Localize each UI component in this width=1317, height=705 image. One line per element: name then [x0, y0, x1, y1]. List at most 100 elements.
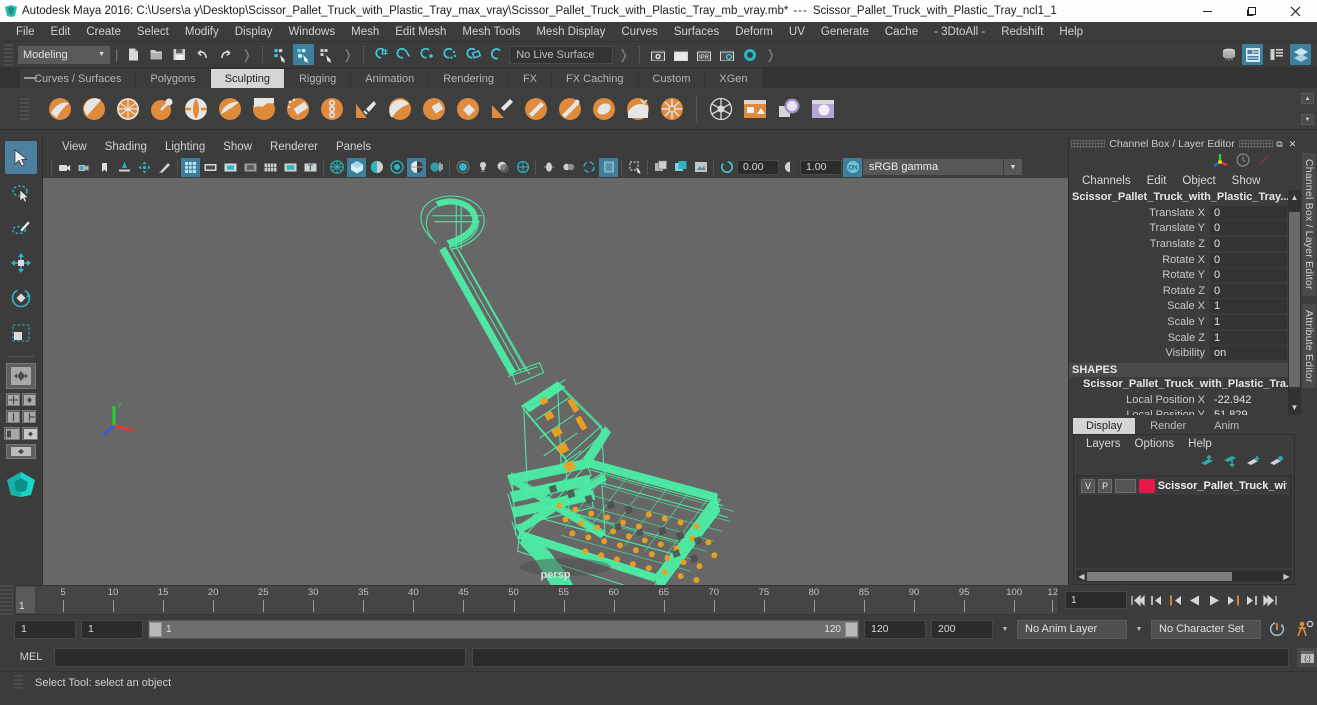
knife-tool-icon[interactable]: [487, 94, 517, 124]
current-frame-indicator[interactable]: 1: [16, 587, 35, 613]
safe-action-icon[interactable]: [281, 158, 300, 177]
toggle-sidebar-icon[interactable]: [1218, 44, 1239, 65]
viewport-menu-panels[interactable]: Panels: [327, 140, 380, 154]
bookmark-icon[interactable]: [95, 158, 114, 177]
go-to-end-icon[interactable]: [1262, 590, 1279, 610]
sculpt-tool-icon[interactable]: [45, 94, 75, 124]
viewport-menu-lighting[interactable]: Lighting: [156, 140, 214, 154]
convert-tool-icon[interactable]: [657, 94, 687, 124]
two-pane-layout[interactable]: [6, 410, 20, 423]
viewport-menu-show[interactable]: Show: [214, 140, 261, 154]
play-forwards-icon[interactable]: [1205, 590, 1222, 610]
command-input-field[interactable]: [54, 647, 466, 667]
channel-value[interactable]: 0: [1210, 221, 1287, 236]
layer-tab-display[interactable]: Display: [1073, 418, 1136, 434]
shelf-collapse-handle[interactable]: [24, 77, 37, 79]
image-plane-icon[interactable]: [115, 158, 134, 177]
lasso-select-tool[interactable]: [5, 176, 37, 209]
freeze-tool-icon[interactable]: [623, 94, 653, 124]
step-back-keyframe-icon[interactable]: [1148, 590, 1165, 610]
spray-tool-icon[interactable]: [283, 94, 313, 124]
layer-menu-help[interactable]: Help: [1181, 437, 1219, 451]
script-editor-icon[interactable]: {;}: [1297, 647, 1317, 667]
menu-3dtoall[interactable]: - 3DtoAll -: [926, 24, 993, 40]
channel-box-attribute-list[interactable]: Scissor_Pallet_Truck_with_Plastic_Tray..…: [1069, 190, 1301, 415]
channel-row-scale-z[interactable]: Scale Z 1: [1069, 330, 1301, 346]
render-settings-icon[interactable]: [716, 44, 737, 65]
minimize-button[interactable]: [1185, 0, 1229, 22]
shelf-tab-rigging[interactable]: Rigging: [284, 69, 351, 88]
toggle-tool-settings-icon[interactable]: [1290, 44, 1311, 65]
close-button[interactable]: [1273, 0, 1317, 22]
menu-file[interactable]: File: [8, 24, 43, 40]
field-chart-icon[interactable]: [261, 158, 280, 177]
camera-attributes-icon[interactable]: [75, 158, 94, 177]
snap-to-grid-icon[interactable]: [371, 44, 392, 65]
move-layer-up-icon[interactable]: [1200, 454, 1215, 471]
channel-history-icon[interactable]: [1235, 152, 1251, 171]
viewport-menu-renderer[interactable]: Renderer: [261, 140, 327, 154]
multisample-icon[interactable]: [559, 158, 578, 177]
foamy-tool-icon[interactable]: [249, 94, 279, 124]
range-start-field[interactable]: 1: [81, 619, 143, 639]
new-layer-from-selected-icon[interactable]: [1269, 455, 1284, 471]
animation-start-field[interactable]: 1: [14, 619, 76, 639]
command-output-field[interactable]: [472, 647, 1289, 667]
viewport-menu-view[interactable]: View: [53, 140, 96, 154]
channel-value[interactable]: 0: [1210, 236, 1287, 251]
rotate-tool[interactable]: [5, 281, 37, 314]
grab-tool-icon[interactable]: [147, 94, 177, 124]
range-slider-bar[interactable]: 1 120: [148, 619, 859, 639]
panel-drag-grip-2[interactable]: [1239, 140, 1273, 148]
new-layer-icon[interactable]: [1246, 455, 1261, 471]
wax-tool-icon[interactable]: [385, 94, 415, 124]
shelf-tab-curves-surfaces[interactable]: Curves / Surfaces: [20, 69, 136, 88]
maximize-restore-button[interactable]: [1229, 0, 1273, 22]
repeat-tool-icon[interactable]: [317, 94, 347, 124]
ipr-render-icon[interactable]: IPR: [693, 44, 714, 65]
depth-of-field-icon[interactable]: [579, 158, 598, 177]
shelf-tab-fx[interactable]: FX: [508, 69, 552, 88]
scissor-pallet-truck-wireframe-model[interactable]: [43, 178, 1068, 585]
exposure-field[interactable]: 0.00: [737, 159, 779, 175]
undo-icon[interactable]: [192, 44, 213, 65]
live-surface-field[interactable]: No Live Surface: [509, 45, 614, 64]
side-tab-attribute-editor[interactable]: Attribute Editor: [1302, 303, 1316, 389]
shelf-tab-custom[interactable]: Custom: [638, 69, 705, 88]
color-space-selector[interactable]: sRGB gamma: [863, 159, 1003, 175]
smooth-tool-icon[interactable]: [79, 94, 109, 124]
channel-row-translate-x[interactable]: Translate X 0: [1069, 205, 1301, 221]
channel-row-local-position-x[interactable]: Local Position X -22.942: [1069, 392, 1301, 408]
layer-type-toggle[interactable]: [1115, 479, 1136, 493]
viewport-snapshot-icon[interactable]: [691, 158, 710, 177]
hypershade-icon[interactable]: [739, 44, 760, 65]
shelf-scroll-down-icon[interactable]: ▼: [1301, 114, 1314, 125]
menu-create[interactable]: Create: [78, 24, 129, 40]
persp-graph-layout[interactable]: [22, 393, 36, 406]
panel-close-button[interactable]: ✕: [1286, 138, 1299, 150]
step-forward-frame-icon[interactable]: [1224, 590, 1241, 610]
pinch-tool-icon[interactable]: [181, 94, 211, 124]
side-tab-channel-box[interactable]: Channel Box / Layer Editor: [1302, 153, 1316, 296]
layer-color-swatch[interactable]: [1138, 479, 1155, 493]
menu-mesh-tools[interactable]: Mesh Tools: [454, 24, 528, 40]
scroll-up-icon[interactable]: ▲: [1289, 192, 1300, 203]
resolution-gate-icon[interactable]: [221, 158, 240, 177]
channel-row-rotate-z[interactable]: Rotate Z 0: [1069, 283, 1301, 299]
grid-icon[interactable]: [181, 157, 200, 177]
range-start-handle[interactable]: [149, 621, 162, 637]
channel-value[interactable]: -22.942: [1210, 393, 1287, 407]
mirror-icon[interactable]: [774, 94, 804, 124]
auto-keyframe-icon[interactable]: [1266, 619, 1288, 639]
menu-set-selector[interactable]: Modeling ▼: [18, 45, 110, 64]
bulge-tool-icon[interactable]: [555, 94, 585, 124]
select-tool[interactable]: [5, 141, 37, 174]
relax-tool-icon[interactable]: [113, 94, 143, 124]
symmetry-settings-icon[interactable]: [808, 94, 838, 124]
layer-menu-layers[interactable]: Layers: [1079, 437, 1128, 451]
toggle-channel-box-icon[interactable]: [1266, 44, 1287, 65]
gate-mask-icon[interactable]: [241, 158, 260, 177]
manipulator-axes-icon[interactable]: [1212, 152, 1229, 171]
menu-curves[interactable]: Curves: [613, 24, 665, 40]
scale-tool[interactable]: [5, 316, 37, 349]
